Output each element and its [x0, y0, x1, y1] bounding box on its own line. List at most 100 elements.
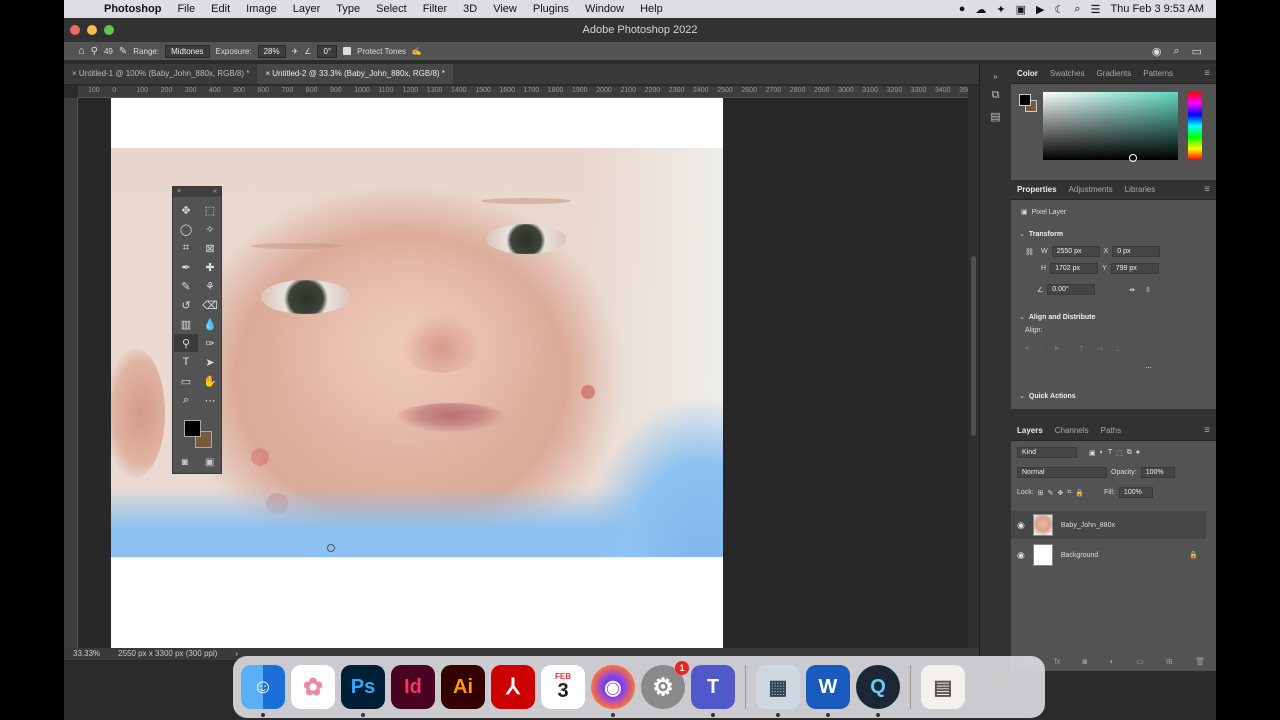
- path-selection-tool-icon[interactable]: ➤: [198, 353, 222, 371]
- dock-firefox[interactable]: ◉: [591, 665, 635, 717]
- panel-menu-icon[interactable]: ≡: [1204, 184, 1216, 195]
- zoom-level[interactable]: 33.33%: [73, 648, 100, 660]
- align-middle-icon[interactable]: ⊣: [1097, 345, 1103, 353]
- dock-photos[interactable]: ✿: [291, 665, 335, 709]
- filter-shape-icon[interactable]: ⬚: [1116, 449, 1123, 457]
- new-layer-icon[interactable]: ⊞: [1166, 657, 1173, 671]
- play-icon[interactable]: ▶: [1036, 3, 1044, 16]
- eyedropper-tool-icon[interactable]: ✒: [174, 258, 198, 276]
- color-fg-swatch[interactable]: [1019, 94, 1031, 106]
- tab-layers[interactable]: Layers: [1017, 426, 1043, 435]
- panel-menu-icon[interactable]: ≡: [1204, 68, 1216, 79]
- menu-edit[interactable]: Edit: [203, 3, 238, 15]
- trash-icon[interactable]: 🗑: [1195, 657, 1205, 671]
- ruler-horizontal[interactable]: 100 0 100 200 300 400 500 600 700 800 900 1000 1100 1…: [78, 86, 968, 98]
- fx-icon[interactable]: fx: [1054, 657, 1060, 671]
- vertical-scrollbar[interactable]: [968, 86, 979, 648]
- color-field[interactable]: [1043, 92, 1178, 162]
- quick-mask-icon[interactable]: ◙: [182, 457, 188, 468]
- protect-tones-checkbox[interactable]: [343, 47, 352, 55]
- foreground-color-swatch[interactable]: [184, 420, 201, 437]
- menu-layer[interactable]: Layer: [285, 3, 329, 15]
- marquee-tool-icon[interactable]: ⬚: [198, 201, 222, 219]
- doc-tab-untitled-1[interactable]: × Untitled-1 @ 100% (Baby_John_880x, RGB…: [64, 64, 257, 84]
- home-icon[interactable]: ⌂: [78, 45, 85, 57]
- dock-teams[interactable]: T: [691, 665, 735, 717]
- visibility-eye-icon[interactable]: ◉: [1017, 550, 1025, 561]
- clock[interactable]: Thu Feb 3 9:53 AM: [1110, 3, 1204, 15]
- history-panel-icon[interactable]: ⧉: [980, 89, 1011, 102]
- brush-tool-icon[interactable]: ✎: [174, 277, 198, 295]
- type-tool-icon[interactable]: T: [174, 353, 198, 371]
- close-icon[interactable]: ×: [177, 187, 181, 197]
- menu-type[interactable]: Type: [328, 3, 368, 15]
- tab-patterns[interactable]: Patterns: [1143, 69, 1173, 78]
- brush-size[interactable]: 49: [104, 47, 113, 56]
- dock-photoshop[interactable]: Ps: [341, 665, 385, 717]
- frame-tool-icon[interactable]: ⊠: [198, 239, 222, 257]
- range-select[interactable]: Midtones: [165, 44, 210, 58]
- scroll-thumb[interactable]: [971, 256, 976, 436]
- blend-mode-select[interactable]: Normal: [1017, 467, 1107, 478]
- filter-pixel-icon[interactable]: ▣: [1089, 449, 1096, 457]
- dock-trash[interactable]: 🗑: [971, 665, 1015, 709]
- workspace-icon[interactable]: ▭: [1192, 45, 1202, 58]
- dock-acrobat[interactable]: ⅄: [491, 665, 535, 709]
- tab-swatches[interactable]: Swatches: [1050, 69, 1085, 78]
- filter-type-icon[interactable]: T: [1108, 449, 1112, 456]
- y-field[interactable]: 799 px: [1110, 263, 1159, 274]
- share-icon[interactable]: ◉: [1152, 45, 1162, 58]
- dodge-tool-icon[interactable]: ⚲: [174, 334, 198, 352]
- align-left-icon[interactable]: ⫷: [1025, 345, 1029, 353]
- new-group-icon[interactable]: ▭: [1136, 657, 1144, 671]
- layer-row-baby[interactable]: ◉ Baby_John_880x: [1011, 511, 1206, 539]
- dock-illustrator[interactable]: Ai: [441, 665, 485, 709]
- dock-word[interactable]: W: [806, 665, 850, 717]
- tab-adjustments[interactable]: Adjustments: [1069, 185, 1113, 194]
- eraser-tool-icon[interactable]: ⌫: [198, 296, 222, 314]
- zoom-window-button[interactable]: [104, 25, 114, 35]
- menu-plugins[interactable]: Plugins: [525, 3, 577, 15]
- align-right-icon[interactable]: ⫸: [1055, 345, 1059, 353]
- screen-mode-icon[interactable]: ▣: [205, 457, 214, 468]
- menu-3d[interactable]: 3D: [455, 3, 485, 15]
- tab-libraries[interactable]: Libraries: [1125, 185, 1156, 194]
- lock-all-icon[interactable]: 🔒: [1075, 489, 1084, 497]
- chevron-down-icon[interactable]: ⌄: [1019, 230, 1025, 238]
- menu-app-name[interactable]: Photoshop: [96, 3, 169, 15]
- creative-cloud-icon[interactable]: ☁: [975, 3, 986, 16]
- comments-panel-icon[interactable]: ▤: [980, 110, 1011, 123]
- height-field[interactable]: 1702 px: [1050, 263, 1099, 274]
- close-window-button[interactable]: [70, 25, 80, 35]
- lock-artboard-icon[interactable]: ⌗: [1067, 489, 1071, 497]
- menu-image[interactable]: Image: [238, 3, 285, 15]
- blur-tool-icon[interactable]: 💧: [198, 315, 222, 333]
- menu-window[interactable]: Window: [577, 3, 632, 15]
- lasso-tool-icon[interactable]: ◯: [174, 220, 198, 238]
- add-mask-icon[interactable]: ◙: [1083, 657, 1088, 671]
- tools-panel-header[interactable]: × «: [173, 187, 221, 197]
- link-icon[interactable]: ⛓: [1025, 248, 1034, 256]
- document-size[interactable]: 2550 px x 3300 px (300 ppi): [118, 648, 217, 660]
- dock-preview[interactable]: ▦: [756, 665, 800, 717]
- menu-file[interactable]: File: [169, 3, 203, 15]
- hand-tool-icon[interactable]: ✋: [198, 372, 222, 390]
- zoom-tool-icon[interactable]: ⌕: [174, 391, 198, 409]
- x-field[interactable]: 0 px: [1112, 246, 1161, 257]
- tab-properties[interactable]: Properties: [1017, 185, 1057, 194]
- tab-color[interactable]: Color: [1017, 69, 1038, 78]
- hue-slider[interactable]: [1188, 92, 1202, 160]
- dock-quicktime[interactable]: Q: [856, 665, 900, 717]
- pen-tool-icon[interactable]: ✑: [198, 334, 222, 352]
- collapse-icon[interactable]: «: [213, 187, 217, 197]
- color-picker-handle[interactable]: [1129, 154, 1137, 162]
- layer-name[interactable]: Background: [1061, 552, 1098, 559]
- crop-tool-icon[interactable]: ⌗: [174, 239, 198, 257]
- record-icon[interactable]: ●: [959, 3, 966, 15]
- chevron-down-icon[interactable]: ⌄: [1019, 313, 1025, 321]
- tab-channels[interactable]: Channels: [1055, 426, 1089, 435]
- layer-name[interactable]: Baby_John_880x: [1061, 522, 1115, 529]
- minimize-window-button[interactable]: [87, 25, 97, 35]
- expand-panels-icon[interactable]: »: [980, 72, 1011, 81]
- opacity-field[interactable]: 100%: [1140, 467, 1175, 478]
